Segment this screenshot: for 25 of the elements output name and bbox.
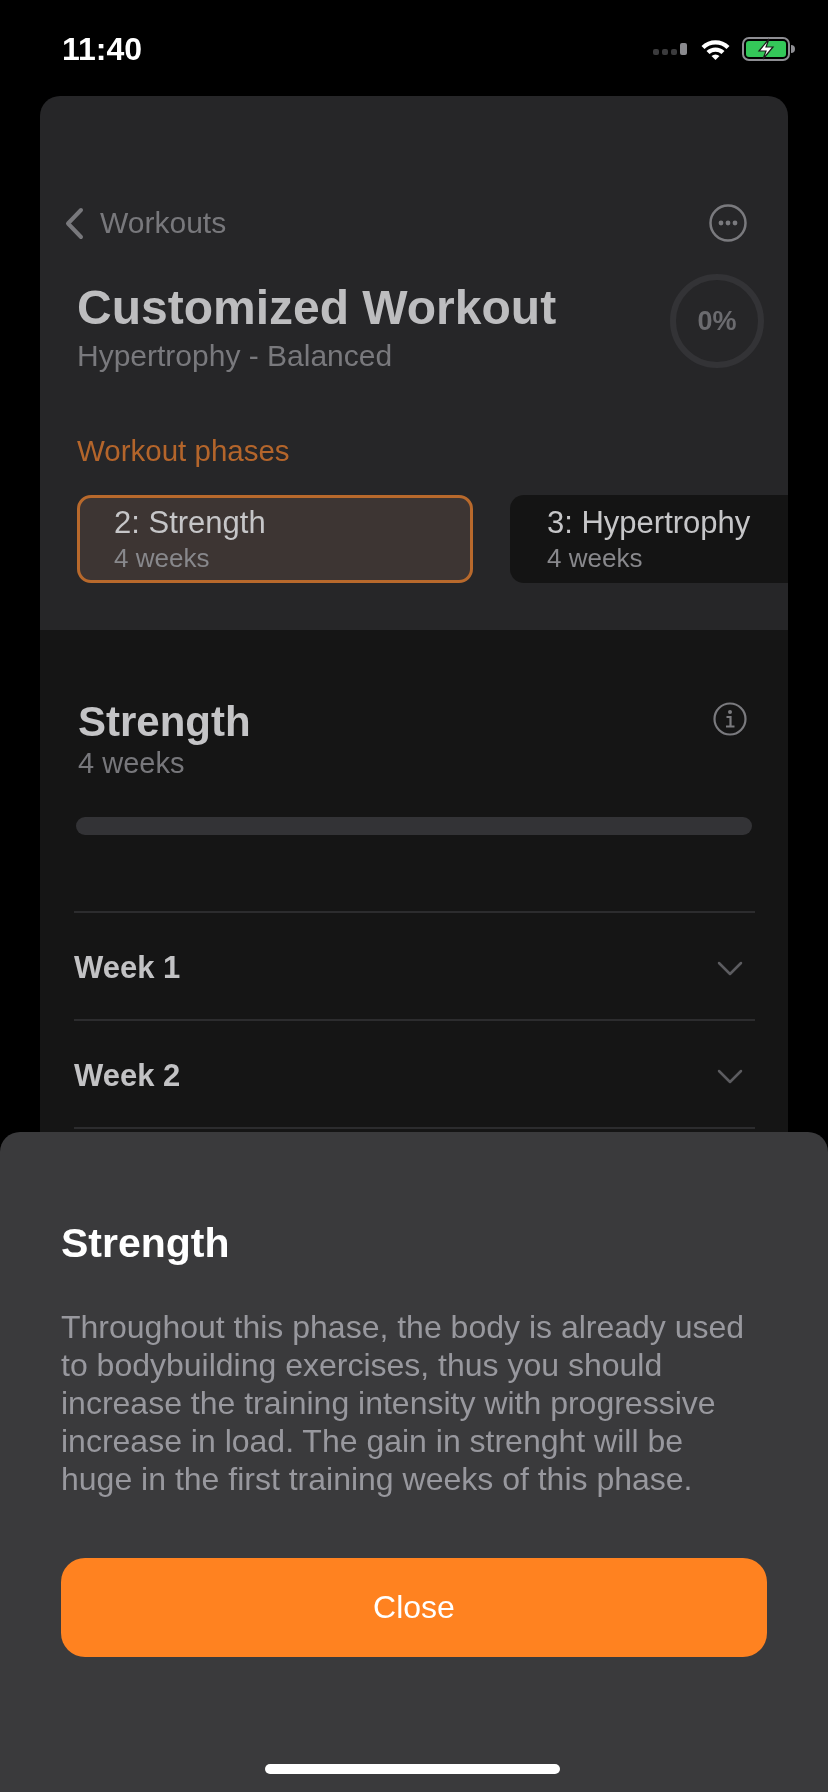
wifi-icon bbox=[700, 37, 731, 61]
week-row[interactable]: Week 2 bbox=[74, 1021, 755, 1129]
more-options-icon[interactable] bbox=[709, 204, 747, 242]
phase-duration: 4 weeks bbox=[114, 543, 210, 573]
chevron-down-icon bbox=[717, 960, 743, 976]
progress-percent: 0% bbox=[697, 305, 737, 337]
phase-card[interactable]: 2: Strength 4 weeks bbox=[77, 495, 473, 583]
phase-duration: 4 weeks bbox=[547, 543, 643, 573]
phase-duration: 4 weeks bbox=[78, 746, 185, 780]
workout-title: Customized Workout bbox=[77, 280, 557, 336]
phase-card[interactable]: 3: Hypertrophy 4 weeks bbox=[510, 495, 788, 583]
status-time: 11:40 bbox=[62, 30, 143, 68]
phase-name: 3: Hypertrophy bbox=[547, 506, 751, 540]
sheet-title: Strength bbox=[61, 1219, 230, 1267]
battery-charging-icon bbox=[742, 37, 795, 61]
signal-icon bbox=[653, 42, 689, 56]
phase-title: Strength bbox=[78, 698, 251, 746]
sheet-description: Throughout this phase, the body is already used to bodybuilding exercises, thus you should increase the training intensity with progressive increase in load. The gain in strenght will be huge in the first training weeks of this phase. bbox=[61, 1308, 746, 1498]
info-icon[interactable] bbox=[713, 702, 747, 736]
chevron-left-icon bbox=[64, 206, 84, 240]
week-row[interactable]: Week 1 bbox=[74, 913, 755, 1021]
phase-name: 2: Strength bbox=[114, 506, 266, 540]
chevron-down-icon bbox=[717, 1068, 743, 1084]
section-heading: Workout phases bbox=[77, 433, 290, 469]
workout-subtitle: Hypertrophy - Balanced bbox=[77, 338, 394, 374]
